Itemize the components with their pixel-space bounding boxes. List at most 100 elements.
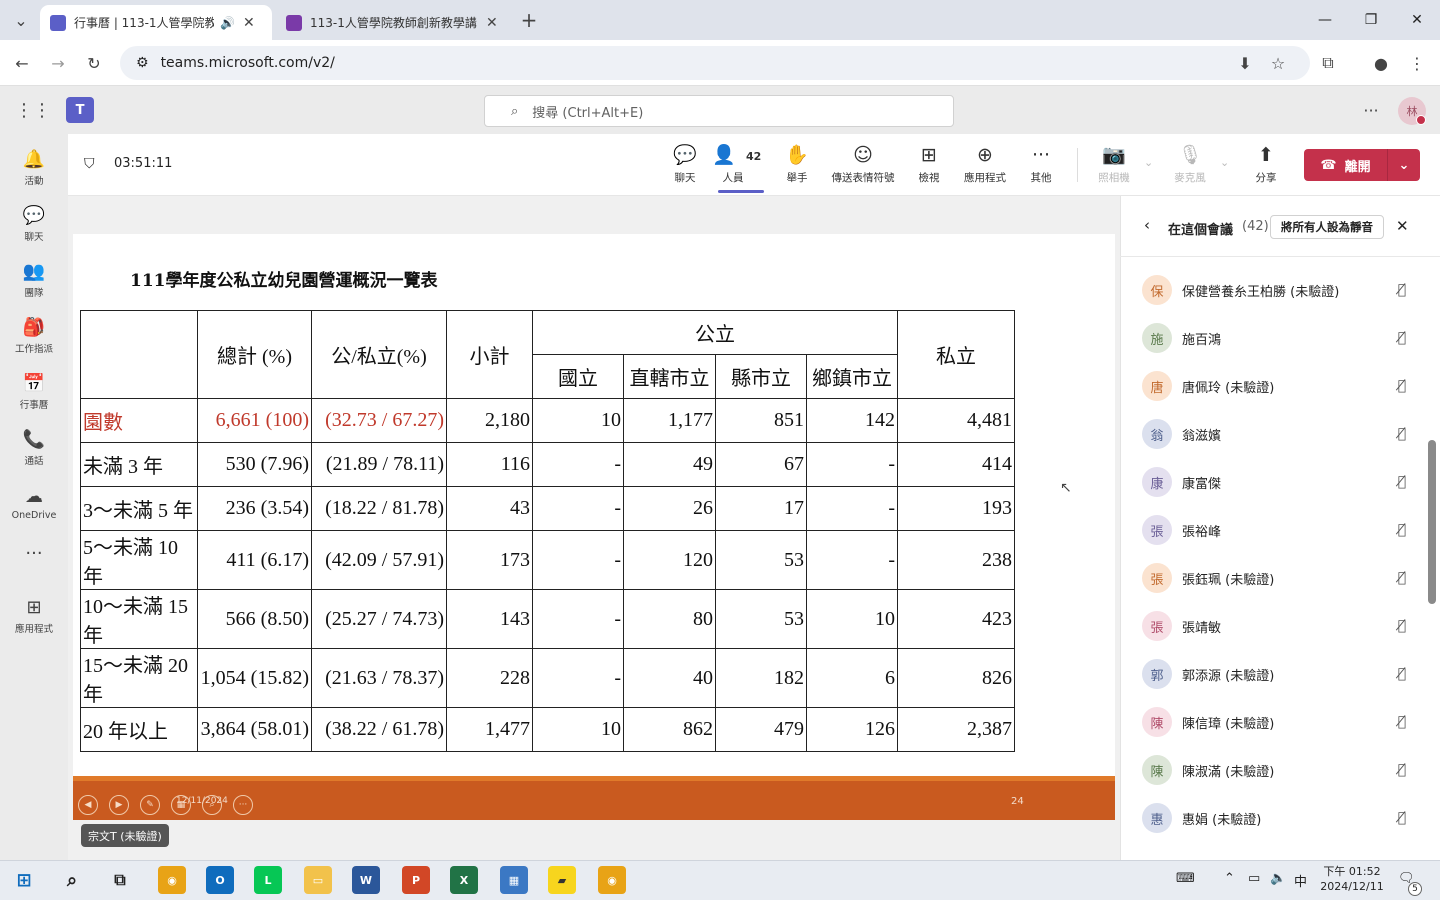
search-icon: ⌕ (511, 103, 519, 119)
new-tab-button[interactable]: + (516, 7, 542, 33)
share-icon: ⬆ (1258, 144, 1274, 166)
tray-chevron-icon[interactable]: ⌃ (1224, 871, 1235, 886)
network-icon[interactable]: ▭ (1248, 871, 1260, 886)
table-row: 10～未滿 15 年 566 (8.50) (25.27 / 74.73) 14… (80, 589, 1015, 649)
excel-icon[interactable]: X (450, 866, 478, 894)
participant-row[interactable]: 郭郭添源 (未驗證) 🎙̸ (1142, 654, 1412, 694)
slide-page-number: 24 (1011, 796, 1024, 807)
keyboard-icon[interactable]: ⌨ (1176, 871, 1195, 886)
table-row: 未滿 3 年 530 (7.96) (21.89 / 78.11) 116 - … (80, 442, 1015, 487)
mic-muted-icon: 🎙̸ (1397, 426, 1407, 442)
leave-options-chevron-icon[interactable]: ⌄ (1388, 158, 1420, 173)
avatar: 張 (1142, 563, 1172, 593)
bookmark-star-icon[interactable]: ☆ (1265, 50, 1291, 76)
participant-row[interactable]: 施施百鴻 🎙̸ (1142, 318, 1412, 358)
presenter-name-chip: 宗文T (未驗證) (81, 824, 169, 847)
ime-indicator[interactable]: 中 (1294, 871, 1307, 890)
rail-item-calendar[interactable]: 📅 行事曆 (0, 366, 68, 418)
camera-button[interactable]: 📷 照相機 (1086, 144, 1142, 190)
next-slide-icon[interactable]: ▶ (109, 795, 129, 815)
participant-row[interactable]: 惠惠娟 (未驗證) 🎙̸ (1142, 798, 1412, 838)
rail-item-onedrive[interactable]: ☁ OneDrive (0, 478, 68, 530)
table-row: 園數 6,661 (100) (32.73 / 67.27) 2,180 10 … (80, 398, 1015, 443)
assignments-icon: 🎒 (22, 316, 46, 338)
rail-item-calls[interactable]: 📞 通話 (0, 422, 68, 474)
powerpoint-icon[interactable]: P (402, 866, 430, 894)
avatar: 施 (1142, 323, 1172, 353)
profile-icon[interactable]: ● (1368, 50, 1394, 76)
reload-icon[interactable]: ↻ (81, 50, 107, 76)
close-panel-icon[interactable]: ✕ (1396, 217, 1409, 235)
close-window-icon[interactable]: ✕ (1394, 0, 1440, 40)
more-icon: ··· (25, 543, 43, 564)
participant-row[interactable]: 張張靖敏 🎙̸ (1142, 606, 1412, 646)
url-input[interactable]: ⚙ teams.microsoft.com/v2/ (120, 46, 1310, 80)
clock-time[interactable]: 下午 01:52 (1322, 863, 1382, 879)
participant-row[interactable]: 保保健營養糸王柏勝 (未驗證) 🎙̸ (1142, 270, 1412, 310)
close-tab-icon[interactable]: ✕ (243, 15, 255, 31)
phone-icon: 📞 (22, 428, 46, 450)
site-info-icon[interactable]: ⚙ (136, 55, 149, 71)
more-actions-button[interactable]: ··· 其他 (1013, 144, 1069, 190)
raise-hand-button[interactable]: ✋ 舉手 (769, 144, 825, 190)
rail-item-chat[interactable]: 💬 聊天 (0, 198, 68, 250)
bell-icon: 🔔 (22, 148, 46, 170)
mic-options-chevron-icon[interactable]: ⌄ (1220, 156, 1229, 169)
pen-icon[interactable]: ✎ (140, 795, 160, 815)
word-icon[interactable]: W (352, 866, 380, 894)
close-tab-icon[interactable]: ✕ (486, 15, 498, 31)
apps-button[interactable]: ⊕ 應用程式 (957, 144, 1013, 190)
participant-row[interactable]: 康康富傑 🎙̸ (1142, 462, 1412, 502)
calculator-icon[interactable]: ▦ (500, 866, 528, 894)
extensions-icon[interactable]: ⧉ (1315, 50, 1341, 76)
back-chevron-icon[interactable]: ‹ (1144, 216, 1150, 234)
mute-all-button[interactable]: 將所有人設為靜音 (1270, 215, 1384, 239)
rail-item-activity[interactable]: 🔔 活動 (0, 142, 68, 194)
participant-row[interactable]: 張張鈺珮 (未驗證) 🎙̸ (1142, 558, 1412, 598)
settings-more-icon[interactable]: ··· (1358, 97, 1384, 123)
camera-options-chevron-icon[interactable]: ⌄ (1144, 156, 1153, 169)
install-app-icon[interactable]: ⬇ (1232, 50, 1258, 76)
chat-icon: 💬 (22, 204, 46, 226)
view-button[interactable]: ⊞ 檢視 (901, 144, 957, 190)
folder-icon[interactable]: ▭ (304, 866, 332, 894)
speaker-icon[interactable]: 🔊 (220, 16, 235, 30)
outlook-icon[interactable]: O (206, 866, 234, 894)
rail-item-apps[interactable]: ⊞ 應用程式 (0, 590, 68, 642)
share-button[interactable]: ⬆ 分享 (1238, 144, 1294, 190)
react-button[interactable]: ☺ 傳送表情符號 (832, 144, 895, 190)
participant-row[interactable]: 陳陳信璋 (未驗證) 🎙̸ (1142, 702, 1412, 742)
leave-button[interactable]: ☎ 離開 ⌄ (1304, 149, 1420, 181)
browser-menu-icon[interactable]: ⋮ (1404, 50, 1430, 76)
back-icon[interactable]: ← (9, 50, 35, 76)
slide-more-icon[interactable]: ··· (233, 795, 253, 815)
volume-icon[interactable]: 🔈 (1270, 871, 1286, 886)
chrome-icon[interactable]: ◉ (598, 866, 626, 894)
tab-search-icon[interactable]: ⌄ (8, 7, 34, 33)
line-icon[interactable]: L (254, 866, 282, 894)
search-icon[interactable]: ⌕ (58, 866, 86, 894)
windows-start-icon[interactable]: ⊞ (10, 866, 38, 894)
panel-scrollbar[interactable] (1428, 440, 1436, 604)
tab-forms[interactable]: 113-1人管學院教師創新教學講 ✕ (276, 5, 508, 40)
participant-row[interactable]: 陳陳淑滿 (未驗證) 🎙̸ (1142, 750, 1412, 790)
sticky-notes-icon[interactable]: ▰ (548, 866, 576, 894)
chrome-icon[interactable]: ◉ (158, 866, 186, 894)
tab-calendar[interactable]: 行事曆 | 113-1人管學院教師創新教學 🔊 ✕ (40, 5, 272, 40)
clock-date[interactable]: 2024/12/11 (1316, 880, 1388, 893)
previous-slide-icon[interactable]: ◀ (78, 795, 98, 815)
rail-item-more[interactable]: ··· (0, 528, 68, 580)
rail-item-teams[interactable]: 👥 團隊 (0, 254, 68, 306)
app-launcher-icon[interactable]: ⋮⋮ (15, 97, 51, 123)
participant-row[interactable]: 翁翁滋嬪 🎙̸ (1142, 414, 1412, 454)
search-input[interactable]: ⌕ 搜尋 (Ctrl+Alt+E) (484, 95, 954, 127)
avatar: 翁 (1142, 419, 1172, 449)
rail-item-assignments[interactable]: 🎒 工作指派 (0, 310, 68, 362)
mic-button[interactable]: 🎙 麥克風 (1162, 144, 1218, 190)
task-view-icon[interactable]: ⧉ (106, 866, 134, 894)
minimize-icon[interactable]: — (1302, 0, 1348, 40)
participant-row[interactable]: 唐唐佩玲 (未驗證) 🎙̸ (1142, 366, 1412, 406)
restore-icon[interactable]: ❐ (1348, 0, 1394, 40)
participant-row[interactable]: 張張裕峰 🎙̸ (1142, 510, 1412, 550)
forward-icon[interactable]: → (45, 50, 71, 76)
